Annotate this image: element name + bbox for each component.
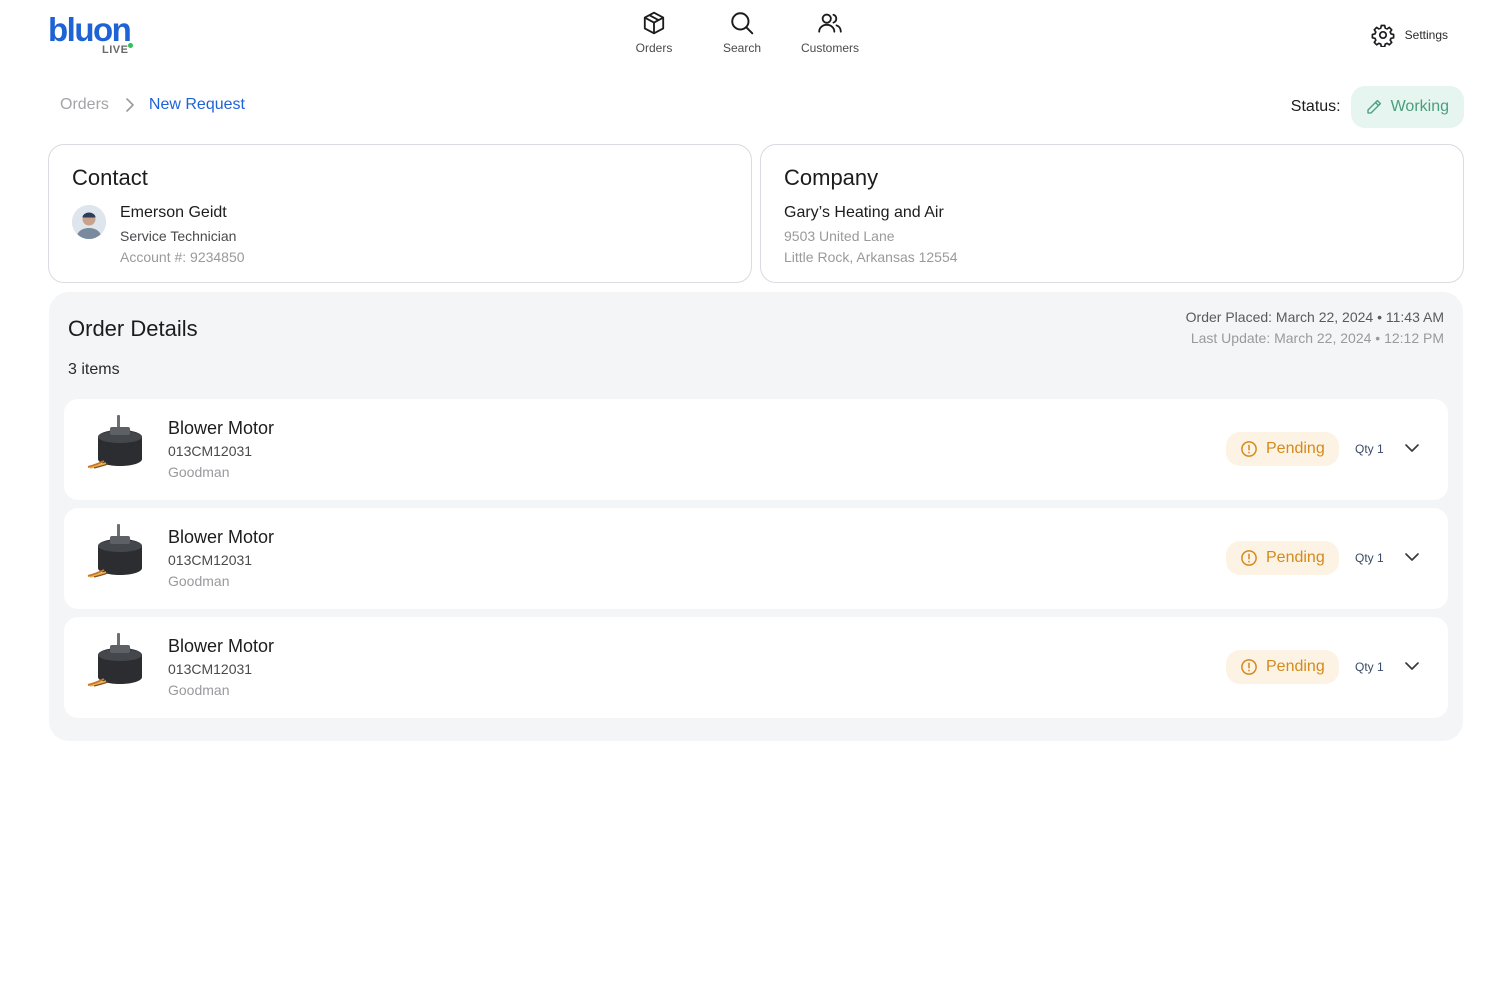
- search-icon: [731, 12, 754, 35]
- item-brand: Goodman: [168, 573, 230, 589]
- company-name: Gary’s Heating and Air: [784, 204, 944, 221]
- item-name: Blower Motor: [168, 418, 275, 438]
- logo-wordmark: bluon: [48, 11, 132, 48]
- package-icon: [643, 11, 665, 35]
- contact-name: Emerson Geidt: [120, 204, 227, 221]
- order-details-title: Order Details: [68, 316, 198, 341]
- avatar: [72, 205, 106, 239]
- alert-circle-icon: [1241, 550, 1257, 566]
- bluon-logo[interactable]: bluon LIVE: [48, 12, 138, 58]
- chevron-down-icon[interactable]: [1403, 548, 1421, 566]
- chevron-down-icon[interactable]: [1403, 439, 1421, 457]
- order-item-row[interactable]: Blower Motor 013CM12031 Goodman Pending …: [64, 617, 1448, 718]
- status-badge-label: Pending: [1266, 658, 1325, 675]
- item-name: Blower Motor: [168, 636, 275, 656]
- top-nav: Orders Search Customers: [610, 10, 874, 55]
- nav-label: Orders: [635, 41, 673, 55]
- item-brand: Goodman: [168, 682, 230, 698]
- company-address-line1: 9503 United Lane: [784, 228, 895, 244]
- company-address-line2: Little Rock, Arkansas 12554: [784, 249, 958, 265]
- nav-label: Search: [722, 41, 762, 55]
- settings-label: Settings: [1404, 28, 1448, 42]
- blower-motor-image: [87, 633, 142, 687]
- item-qty: Qty 1: [1355, 442, 1384, 456]
- item-sku: 013CM12031: [168, 552, 253, 568]
- item-qty: Qty 1: [1355, 551, 1384, 565]
- chevron-down-icon[interactable]: [1403, 657, 1421, 675]
- status-control: Status: Working: [1291, 86, 1464, 128]
- contact-title: Contact: [72, 165, 148, 190]
- order-placed-time: Order Placed: March 22, 2024 • 11:43 AM: [1185, 309, 1444, 325]
- item-brand: Goodman: [168, 464, 230, 480]
- breadcrumb-orders-link[interactable]: Orders: [60, 96, 109, 114]
- nav-item-customers[interactable]: Customers: [786, 10, 874, 55]
- chevron-right-icon: [125, 97, 135, 113]
- blower-motor-image: [87, 415, 142, 469]
- breadcrumb: Orders New Request: [60, 96, 245, 114]
- contact-account: Account #: 9234850: [120, 249, 245, 265]
- order-last-update: Last Update: March 22, 2024 • 12:12 PM: [1190, 330, 1444, 346]
- item-sku: 013CM12031: [168, 443, 253, 459]
- gear-icon: [1371, 24, 1395, 47]
- logo-sub: LIVE: [102, 44, 129, 56]
- order-item-row[interactable]: Blower Motor 013CM12031 Goodman Pending …: [64, 399, 1448, 500]
- order-item-count: 3 items: [68, 361, 120, 378]
- contact-role: Service Technician: [120, 228, 237, 244]
- pencil-icon: [1366, 99, 1381, 114]
- nav-label: Customers: [800, 41, 859, 55]
- status-working-button[interactable]: Working: [1350, 86, 1464, 128]
- status-badge-label: Pending: [1266, 440, 1325, 457]
- order-details-panel: Order Details 3 items Order Placed: Marc…: [49, 292, 1463, 741]
- users-icon: [818, 13, 842, 33]
- company-card: Company Gary’s Heating and Air 9503 Unit…: [760, 144, 1464, 283]
- order-item-row[interactable]: Blower Motor 013CM12031 Goodman Pending …: [64, 508, 1448, 609]
- item-name: Blower Motor: [168, 527, 275, 547]
- alert-circle-icon: [1241, 659, 1257, 675]
- item-qty: Qty 1: [1355, 660, 1384, 674]
- item-sku: 013CM12031: [168, 661, 253, 677]
- status-badge: Pending: [1226, 541, 1339, 575]
- status-value: Working: [1390, 98, 1449, 115]
- blower-motor-image: [87, 524, 142, 578]
- nav-item-orders[interactable]: Orders: [610, 10, 698, 55]
- nav-item-search[interactable]: Search: [698, 10, 786, 55]
- settings-button[interactable]: Settings: [1371, 23, 1448, 47]
- status-badge-label: Pending: [1266, 549, 1325, 566]
- status-badge: Pending: [1226, 650, 1339, 684]
- breadcrumb-current: New Request: [148, 96, 245, 113]
- company-title: Company: [784, 165, 879, 190]
- contact-card: Contact Emerson Geidt Service Technician…: [48, 144, 752, 283]
- logo-live-dot: [128, 43, 133, 48]
- status-badge: Pending: [1226, 432, 1339, 466]
- alert-circle-icon: [1241, 441, 1257, 457]
- status-label: Status:: [1290, 98, 1341, 115]
